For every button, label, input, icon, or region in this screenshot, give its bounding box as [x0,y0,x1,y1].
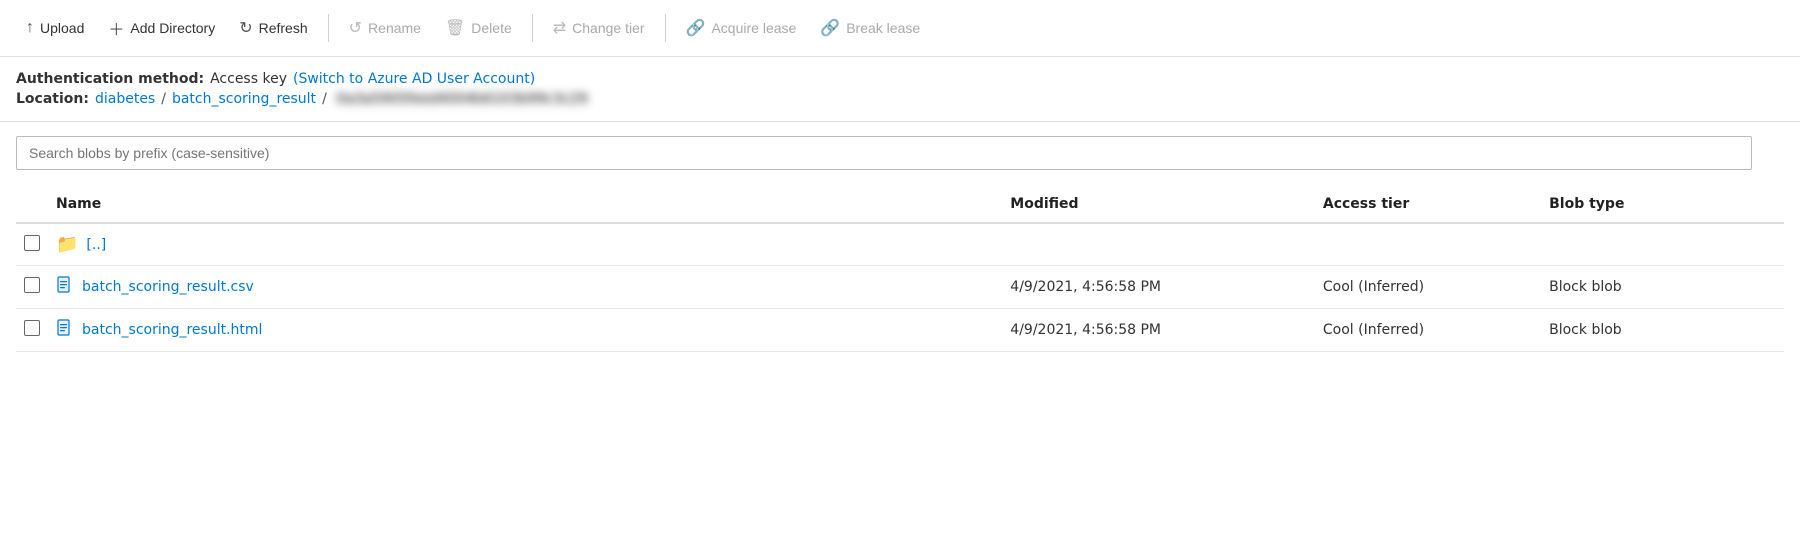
acquire-lease-icon: 🔗 [686,18,706,38]
header-name: Name [48,186,1002,223]
upload-icon: ↑ [26,19,34,37]
auth-row: Authentication method: Access key (Switc… [16,71,1784,87]
header-blob-type: Blob type [1541,186,1784,223]
acquire-lease-label: Acquire lease [711,20,796,36]
search-section [0,122,1800,170]
rename-label: Rename [368,20,421,36]
location-sep1: / [161,91,166,107]
divider-2 [532,14,533,42]
break-lease-icon: 🔗 [820,18,840,38]
table-body: 📁 [..] batch_scoring_result.csv 4/9/2021, … [16,223,1784,352]
cell-blob-type [1541,223,1784,266]
row-checkbox[interactable] [24,277,40,293]
change-tier-button[interactable]: ⇄ Change tier [543,12,655,44]
table-section: Name Modified Access tier Blob type 📁 [..… [0,186,1800,352]
auth-value: Access key [210,71,287,87]
break-lease-button[interactable]: 🔗 Break lease [810,12,930,44]
location-row: Location: diabetes / batch_scoring_resul… [16,91,1784,107]
toolbar: ↑ Upload ＋ Add Directory ↻ Refresh ↺ Ren… [0,0,1800,57]
cell-modified: 4/9/2021, 4:56:58 PM [1002,309,1315,352]
cell-blob-type: Block blob [1541,309,1784,352]
info-section: Authentication method: Access key (Switc… [0,57,1800,122]
divider-1 [328,14,329,42]
upload-label: Upload [40,20,84,36]
folder-icon: 📁 [56,234,78,255]
acquire-lease-button[interactable]: 🔗 Acquire lease [676,12,807,44]
header-modified: Modified [1002,186,1315,223]
table-row: 📁 [..] [16,223,1784,266]
file-name-link[interactable]: batch_scoring_result.csv [82,279,254,295]
location-part3: 0a3a5905feed4004b6103b99c3c29 [333,91,592,107]
cell-modified: 4/9/2021, 4:56:58 PM [1002,266,1315,309]
header-checkbox-col [16,186,48,223]
parent-dir-link[interactable]: [..] [86,237,106,253]
auth-label: Authentication method: [16,71,204,87]
location-sep2: / [322,91,327,107]
cell-access-tier: Cool (Inferred) [1315,266,1541,309]
add-directory-button[interactable]: ＋ Add Directory [98,10,225,46]
cell-blob-type: Block blob [1541,266,1784,309]
blob-table: Name Modified Access tier Blob type 📁 [..… [16,186,1784,352]
location-label: Location: [16,91,89,107]
divider-3 [665,14,666,42]
table-row: batch_scoring_result.csv 4/9/2021, 4:56:5… [16,266,1784,309]
refresh-button[interactable]: ↻ Refresh [229,12,317,44]
break-lease-label: Break lease [846,20,920,36]
search-input[interactable] [16,136,1752,170]
switch-auth-link[interactable]: (Switch to Azure AD User Account) [293,71,535,87]
file-name-link[interactable]: batch_scoring_result.html [82,322,262,338]
rename-button[interactable]: ↺ Rename [339,12,431,44]
delete-label: Delete [471,20,511,36]
cell-access-tier [1315,223,1541,266]
table-header-row: Name Modified Access tier Blob type [16,186,1784,223]
add-directory-label: Add Directory [130,20,215,36]
change-tier-label: Change tier [572,20,644,36]
blob-icon [56,276,74,298]
delete-button[interactable]: 🗑 Delete [435,12,522,44]
change-tier-icon: ⇄ [553,18,566,38]
add-directory-icon: ＋ [108,16,124,40]
delete-icon: 🗑 [445,18,465,38]
row-checkbox[interactable] [24,320,40,336]
header-access-tier: Access tier [1315,186,1541,223]
table-row: batch_scoring_result.html 4/9/2021, 4:56:… [16,309,1784,352]
refresh-label: Refresh [259,20,308,36]
row-checkbox[interactable] [24,235,40,251]
rename-icon: ↺ [349,18,362,38]
location-part2-link[interactable]: batch_scoring_result [172,91,316,107]
cell-modified [1002,223,1315,266]
location-part1-link[interactable]: diabetes [95,91,155,107]
refresh-icon: ↻ [239,18,252,38]
blob-icon [56,319,74,341]
upload-button[interactable]: ↑ Upload [16,13,94,43]
cell-access-tier: Cool (Inferred) [1315,309,1541,352]
